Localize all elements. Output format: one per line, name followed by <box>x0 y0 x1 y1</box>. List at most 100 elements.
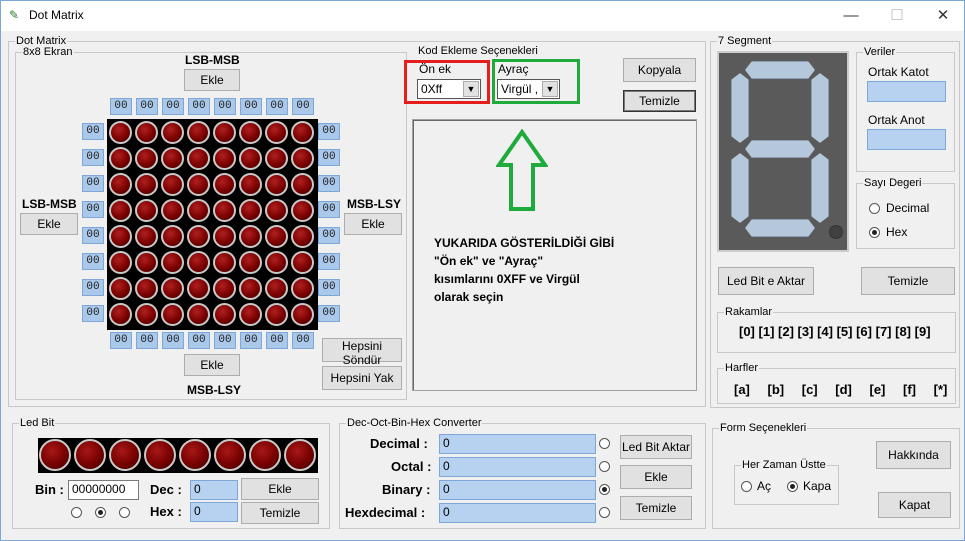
led-bit-7[interactable] <box>39 439 71 471</box>
matrix-led[interactable] <box>213 199 236 222</box>
matrix-led[interactable] <box>187 121 210 144</box>
led-bit-6[interactable] <box>74 439 106 471</box>
left-row-value[interactable]: 00 <box>82 123 104 140</box>
left-row-value[interactable]: 00 <box>82 175 104 192</box>
transfer-led-bit-button[interactable]: Led Bit Aktar <box>620 435 692 459</box>
matrix-led[interactable] <box>109 173 132 196</box>
matrix-led[interactable] <box>291 251 314 274</box>
about-button[interactable]: Hakkında <box>876 441 951 469</box>
hex-radio[interactable] <box>869 227 880 238</box>
digit-8-button[interactable]: [8] <box>895 324 911 339</box>
bottom-column-value[interactable]: 00 <box>136 332 158 349</box>
digit-0-button[interactable]: [0] <box>739 324 755 339</box>
matrix-led[interactable] <box>291 225 314 248</box>
left-row-value[interactable]: 00 <box>82 149 104 166</box>
led-bit-mode-radio[interactable] <box>71 507 82 518</box>
converter-octal-field[interactable]: 0 <box>439 457 596 477</box>
left-row-value[interactable]: 00 <box>82 227 104 244</box>
right-row-value[interactable]: 00 <box>318 227 340 244</box>
digit-9-button[interactable]: [9] <box>915 324 931 339</box>
segment-clear-button[interactable]: Temizle <box>861 267 955 295</box>
segment-b[interactable] <box>811 73 829 143</box>
led-bit-mode-radio[interactable] <box>119 507 130 518</box>
bottom-column-value[interactable]: 00 <box>110 332 132 349</box>
matrix-led[interactable] <box>135 121 158 144</box>
right-row-value[interactable]: 00 <box>318 201 340 218</box>
letter-a-button[interactable]: [a] <box>734 382 750 397</box>
led-bit-0[interactable] <box>284 439 316 471</box>
left-row-value[interactable]: 00 <box>82 201 104 218</box>
matrix-led[interactable] <box>239 225 262 248</box>
matrix-led[interactable] <box>187 251 210 274</box>
matrix-led[interactable] <box>213 121 236 144</box>
matrix-led[interactable] <box>109 225 132 248</box>
matrix-led[interactable] <box>135 303 158 326</box>
led-bit-3[interactable] <box>179 439 211 471</box>
top-column-value[interactable]: 00 <box>214 98 236 115</box>
top-column-value[interactable]: 00 <box>240 98 262 115</box>
matrix-led[interactable] <box>161 225 184 248</box>
top-column-value[interactable]: 00 <box>162 98 184 115</box>
converter-decimal-radio[interactable] <box>599 438 610 449</box>
left-row-value[interactable]: 00 <box>82 253 104 270</box>
right-row-value[interactable]: 00 <box>318 123 340 140</box>
matrix-led[interactable] <box>265 251 288 274</box>
top-add-button[interactable]: Ekle <box>184 69 240 91</box>
matrix-led[interactable] <box>213 173 236 196</box>
common-anode-field[interactable] <box>867 129 946 150</box>
matrix-led[interactable] <box>161 147 184 170</box>
letter-e-button[interactable]: [e] <box>870 382 886 397</box>
matrix-led[interactable] <box>135 251 158 274</box>
converter-decimal-field[interactable]: 0 <box>439 434 596 454</box>
top-column-value[interactable]: 00 <box>188 98 210 115</box>
hex-field[interactable]: 0 <box>190 502 238 522</box>
top-column-value[interactable]: 00 <box>292 98 314 115</box>
converter-binary-field[interactable]: 0 <box>439 480 596 500</box>
matrix-led[interactable] <box>161 251 184 274</box>
right-add-button[interactable]: Ekle <box>344 213 402 235</box>
matrix-led[interactable] <box>187 147 210 170</box>
left-row-value[interactable]: 00 <box>82 279 104 296</box>
matrix-led[interactable] <box>161 199 184 222</box>
bottom-add-button[interactable]: Ekle <box>184 354 240 376</box>
digit-2-button[interactable]: [2] <box>778 324 794 339</box>
converter-binary-radio[interactable] <box>599 484 610 495</box>
matrix-led[interactable] <box>213 303 236 326</box>
top-column-value[interactable]: 00 <box>110 98 132 115</box>
matrix-led[interactable] <box>239 173 262 196</box>
matrix-led[interactable] <box>239 251 262 274</box>
matrix-led[interactable] <box>239 121 262 144</box>
dec-field[interactable]: 0 <box>190 480 238 500</box>
matrix-led[interactable] <box>135 277 158 300</box>
maximize-button[interactable]: ☐ <box>874 1 920 31</box>
right-row-value[interactable]: 00 <box>318 305 340 322</box>
digit-7-button[interactable]: [7] <box>876 324 892 339</box>
minimize-button[interactable]: — <box>828 1 874 31</box>
letter-c-button[interactable]: [c] <box>802 382 818 397</box>
matrix-led[interactable] <box>161 121 184 144</box>
matrix-led[interactable] <box>109 277 132 300</box>
matrix-led[interactable] <box>187 173 210 196</box>
left-add-button[interactable]: Ekle <box>20 213 78 235</box>
segment-a[interactable] <box>745 61 815 79</box>
right-row-value[interactable]: 00 <box>318 175 340 192</box>
matrix-led[interactable] <box>109 121 132 144</box>
matrix-led[interactable] <box>239 199 262 222</box>
matrix-led[interactable] <box>135 199 158 222</box>
copy-button[interactable]: Kopyala <box>623 58 696 82</box>
top-column-value[interactable]: 00 <box>136 98 158 115</box>
led-bit-add-button[interactable]: Ekle <box>241 478 319 500</box>
digit-3-button[interactable]: [3] <box>798 324 814 339</box>
matrix-led[interactable] <box>291 199 314 222</box>
decimal-radio[interactable] <box>869 203 880 214</box>
matrix-led[interactable] <box>161 173 184 196</box>
matrix-led[interactable] <box>109 251 132 274</box>
bottom-column-value[interactable]: 00 <box>162 332 184 349</box>
top-column-value[interactable]: 00 <box>266 98 288 115</box>
matrix-led[interactable] <box>265 147 288 170</box>
converter-hex-radio[interactable] <box>599 507 610 518</box>
bin-field[interactable]: 00000000 <box>68 480 139 500</box>
matrix-led[interactable] <box>109 199 132 222</box>
segment-d[interactable] <box>745 219 815 237</box>
bottom-column-value[interactable]: 00 <box>214 332 236 349</box>
